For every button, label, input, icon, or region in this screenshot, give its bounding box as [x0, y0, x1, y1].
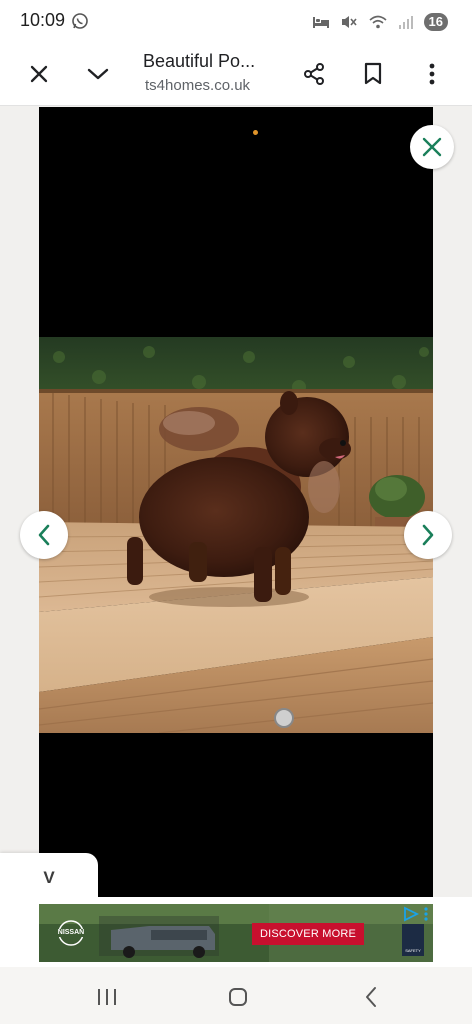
- recent-apps-icon: [98, 989, 116, 1005]
- bookmark-icon: [364, 62, 382, 85]
- chevron-left-icon: [38, 524, 50, 546]
- ad-choices[interactable]: [402, 906, 429, 922]
- more-options-button[interactable]: [414, 56, 450, 92]
- next-image-button[interactable]: [404, 511, 452, 559]
- status-time: 10:09: [20, 10, 66, 30]
- more-vert-icon: [429, 63, 435, 85]
- ad-banner-container: NISSAN DISCOVER MORE SAFETY: [0, 897, 472, 967]
- status-bar: 10:09 16: [0, 0, 472, 42]
- close-icon: [30, 65, 48, 83]
- status-icons: 16: [312, 12, 448, 32]
- share-icon: [304, 63, 324, 85]
- custom-tab-toolbar: Beautiful Po... ts4homes.co.uk: [0, 42, 472, 106]
- discover-more-button[interactable]: DISCOVER MORE: [252, 923, 364, 945]
- recent-apps-button[interactable]: [93, 983, 121, 1011]
- close-icon: [422, 137, 442, 157]
- back-button[interactable]: [357, 983, 385, 1011]
- share-button[interactable]: [296, 56, 332, 92]
- dog-photo: [39, 337, 433, 733]
- wifi-icon: [369, 15, 387, 29]
- dog-photo-illustration: [39, 337, 433, 733]
- ad-choices-icon: [404, 906, 420, 922]
- more-vert-icon: [424, 907, 428, 921]
- close-viewer-button[interactable]: [410, 125, 454, 169]
- safety-badge-text: SAFETY: [405, 948, 421, 953]
- safety-badge: SAFETY: [402, 924, 424, 956]
- previous-image-button[interactable]: [20, 511, 68, 559]
- collapse-ad-tab[interactable]: V: [0, 853, 98, 899]
- ad-background: [39, 904, 433, 962]
- bed-icon: [312, 17, 329, 28]
- chevron-down-icon: [87, 68, 109, 80]
- signal-icon: [398, 16, 413, 29]
- home-icon: [229, 988, 247, 1006]
- system-nav-bar: [0, 967, 472, 1024]
- loading-dot: [253, 130, 258, 135]
- whatsapp-icon: [72, 13, 88, 29]
- minimize-button[interactable]: [80, 56, 116, 92]
- bookmark-button[interactable]: [355, 56, 391, 92]
- page-url: ts4homes.co.uk: [145, 77, 251, 94]
- back-icon: [366, 987, 376, 1007]
- collapse-tab-label: V: [43, 868, 55, 887]
- battery-badge: 16: [423, 13, 448, 31]
- mute-icon: [341, 16, 357, 28]
- ad-brand-text: NISSAN: [57, 929, 85, 936]
- ad-banner[interactable]: NISSAN DISCOVER MORE SAFETY: [39, 904, 433, 962]
- home-button[interactable]: [224, 983, 252, 1011]
- page-title: Beautiful Po...: [143, 51, 256, 71]
- close-tab-button[interactable]: [21, 56, 57, 92]
- chevron-right-icon: [422, 524, 434, 546]
